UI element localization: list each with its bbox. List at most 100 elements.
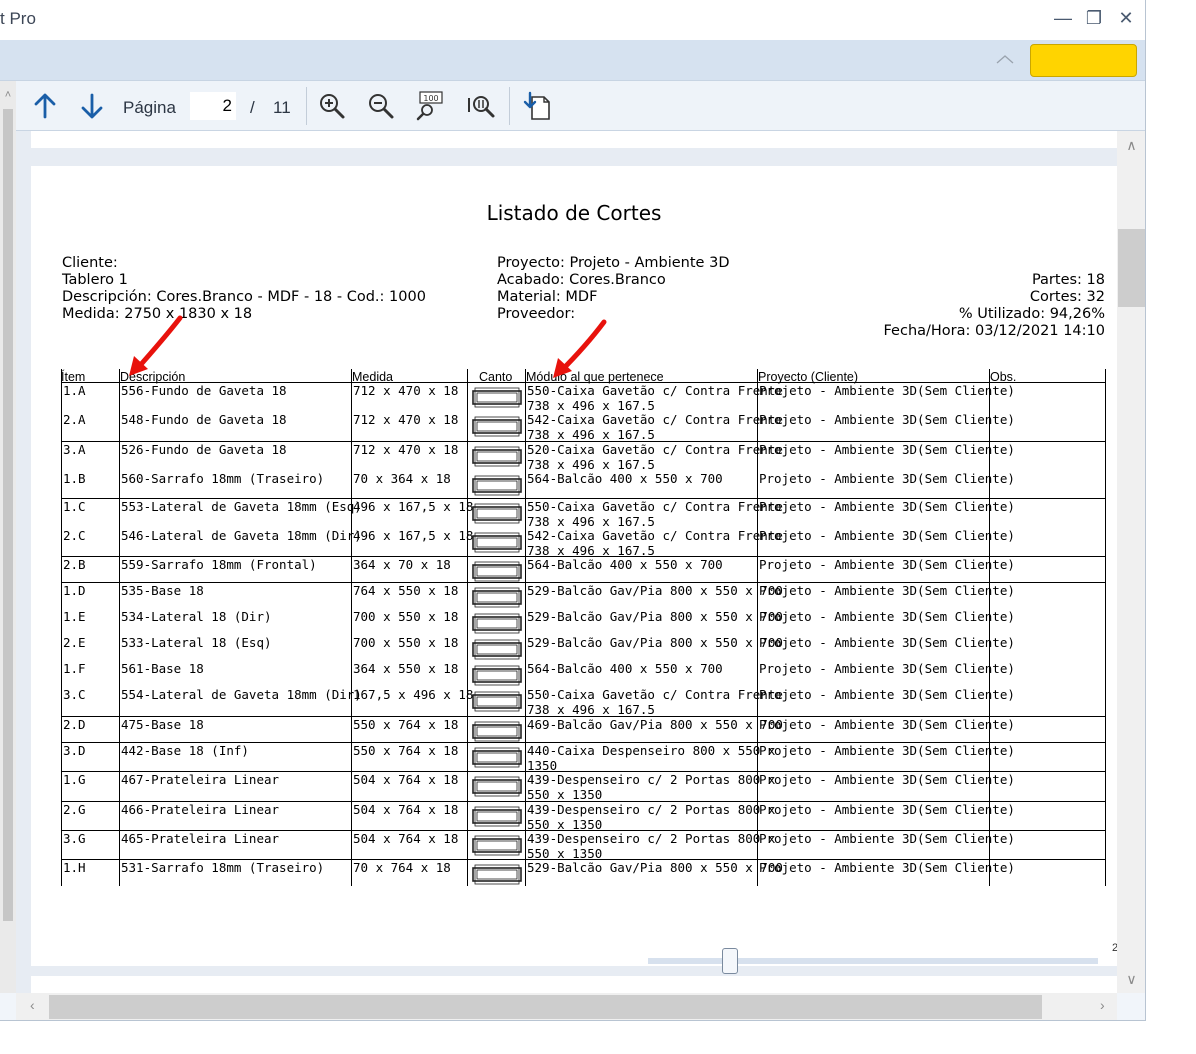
- cell-description: 548-Fundo de Gaveta 18: [121, 412, 287, 427]
- edge-diagram-icon: [472, 835, 522, 856]
- cell-item: 2.E: [63, 635, 86, 650]
- cell-project: Projeto - Ambiente 3D(Sem Cliente): [759, 717, 1015, 732]
- header-client: Cliente:: [62, 255, 118, 271]
- edge-diagram-icon: [472, 532, 522, 553]
- window-title: t Pro: [0, 9, 36, 28]
- header-parts: Partes: 18: [1031, 272, 1105, 288]
- cell-size: 712 x 470 x 18: [353, 383, 459, 398]
- zoom-out-icon: [369, 94, 394, 119]
- cell-module-line2: 738 x 496 x 167.5: [527, 514, 655, 529]
- cell-project: Projeto - Ambiente 3D(Sem Cliente): [759, 860, 1015, 875]
- page-number-input[interactable]: [190, 92, 236, 120]
- horizontal-scroll-thumb[interactable]: [49, 995, 1042, 1019]
- edge-diagram-icon: [472, 561, 522, 582]
- cell-module-line2: 550 x 1350: [527, 787, 603, 802]
- scroll-right-button[interactable]: ›: [1100, 997, 1105, 1013]
- cell-module-line2: 738 x 496 x 167.5: [527, 702, 655, 717]
- export-button[interactable]: [520, 89, 554, 123]
- vertical-scroll-thumb[interactable]: [1118, 229, 1145, 307]
- toolbar-divider: [306, 87, 307, 125]
- zoom-slider-thumb[interactable]: [722, 948, 738, 974]
- cell-project: Projeto - Ambiente 3D(Sem Cliente): [759, 471, 1015, 486]
- cell-description: 553-Lateral de Gaveta 18mm (Esq): [121, 499, 362, 514]
- cell-project: Projeto - Ambiente 3D(Sem Cliente): [759, 412, 1015, 427]
- edge-diagram-icon: [472, 387, 522, 408]
- page-total: 11: [273, 98, 291, 117]
- zoom-in-button[interactable]: [315, 89, 349, 123]
- cell-size: 364 x 550 x 18: [353, 661, 459, 676]
- cell-item: 3.D: [63, 743, 86, 758]
- edge-diagram-icon: [472, 503, 522, 524]
- next-page-button[interactable]: [75, 89, 109, 123]
- header-description: Descripción: Cores.Branco - MDF - 18 - C…: [62, 289, 426, 305]
- cell-module: 439-Despenseiro c/ 2 Portas 800 x: [527, 772, 776, 787]
- scroll-left-button[interactable]: ‹: [30, 997, 35, 1013]
- edge-diagram-icon: [472, 587, 522, 608]
- cell-description: 526-Fundo de Gaveta 18: [121, 442, 287, 457]
- cell-item: 2.A: [63, 412, 86, 427]
- cell-module-line2: 738 x 496 x 167.5: [527, 457, 655, 472]
- collapse-ribbon-button[interactable]: [994, 50, 1016, 70]
- edge-diagram-icon: [472, 665, 522, 686]
- zoom-out-button[interactable]: [364, 89, 398, 123]
- header-line: [61, 382, 1106, 383]
- cell-item: 2.D: [63, 717, 86, 732]
- restore-button[interactable]: ❐: [1081, 7, 1107, 29]
- cell-item: 1.B: [63, 471, 86, 486]
- cell-size: 550 x 764 x 18: [353, 717, 459, 732]
- header-datetime: Fecha/Hora: 03/12/2021 14:10: [883, 323, 1106, 339]
- cell-description: 546-Lateral de Gaveta 18mm (Dir): [121, 528, 362, 543]
- minimize-button[interactable]: —: [1050, 7, 1076, 29]
- vertical-scrollbar[interactable]: ∧ ∨: [1117, 131, 1145, 993]
- cell-size: 167,5 x 496 x 18: [353, 687, 474, 702]
- cell-module: 469-Balcão Gav/Pia 800 x 550 x 700: [527, 717, 783, 732]
- scroll-up-small[interactable]: ˄: [0, 89, 16, 101]
- cell-project: Projeto - Ambiente 3D(Sem Cliente): [759, 499, 1015, 514]
- cell-project: Projeto - Ambiente 3D(Sem Cliente): [759, 557, 1015, 572]
- header-board: Tablero 1: [62, 272, 128, 288]
- red-arrow-icon: [129, 315, 183, 376]
- cell-module: 564-Balcão 400 x 550 x 700: [527, 471, 723, 486]
- next-page-edge: [31, 976, 1117, 993]
- cell-description: 534-Lateral 18 (Dir): [121, 609, 272, 624]
- cell-item: 3.C: [63, 687, 86, 702]
- cell-item: 1.H: [63, 860, 86, 875]
- cell-size: 764 x 550 x 18: [353, 583, 459, 598]
- toolbar-divider: [509, 87, 510, 125]
- edge-diagram-icon: [472, 747, 522, 768]
- cell-description: 533-Lateral 18 (Esq): [121, 635, 272, 650]
- header-cuts: Cortes: 32: [1029, 289, 1105, 305]
- app-window: t Pro — ❐ ✕ Página / 11 100: [0, 0, 1146, 1021]
- cell-item: 3.G: [63, 831, 86, 846]
- cell-size: 504 x 764 x 18: [353, 831, 459, 846]
- left-scroll-thumb[interactable]: [3, 109, 13, 921]
- cell-item: 2.G: [63, 802, 86, 817]
- scroll-up-button[interactable]: ∧: [1117, 137, 1145, 154]
- cell-size: 504 x 764 x 18: [353, 802, 459, 817]
- cell-item: 3.A: [63, 442, 86, 457]
- left-scrollbar[interactable]: ˄: [0, 81, 16, 993]
- edge-diagram-icon: [472, 864, 522, 885]
- scroll-down-button[interactable]: ∨: [1117, 971, 1145, 988]
- cell-module: 439-Despenseiro c/ 2 Portas 800 x: [527, 831, 776, 846]
- header-project: Proyecto: Projeto - Ambiente 3D: [497, 255, 730, 271]
- cell-project: Projeto - Ambiente 3D(Sem Cliente): [759, 583, 1015, 598]
- title-bar: t Pro — ❐ ✕: [0, 0, 1145, 40]
- zoom-slider-track[interactable]: [648, 958, 1098, 964]
- document-viewer[interactable]: Listado de Cortes Cliente: Tablero 1 Des…: [16, 131, 1117, 993]
- arrow-up-icon: [34, 93, 56, 119]
- cell-module: 520-Caixa Gavetão c/ Contra Frente: [527, 442, 783, 457]
- cell-module: 550-Caixa Gavetão c/ Contra Frente: [527, 499, 783, 514]
- accent-button[interactable]: [1030, 44, 1137, 77]
- cell-project: Projeto - Ambiente 3D(Sem Cliente): [759, 743, 1015, 758]
- close-button[interactable]: ✕: [1113, 7, 1139, 29]
- cell-size: 700 x 550 x 18: [353, 635, 459, 650]
- zoom-fit-button[interactable]: [464, 89, 498, 123]
- export-icon: [523, 91, 550, 120]
- horizontal-scrollbar[interactable]: ‹ ›: [16, 993, 1117, 1020]
- previous-page-button[interactable]: [28, 89, 62, 123]
- cell-module: 440-Caixa Despenseiro 800 x 550 x: [527, 743, 776, 758]
- cell-module: 529-Balcão Gav/Pia 800 x 550 x 700: [527, 635, 783, 650]
- zoom-100-button[interactable]: 100: [413, 89, 447, 123]
- cell-module: 564-Balcão 400 x 550 x 700: [527, 661, 723, 676]
